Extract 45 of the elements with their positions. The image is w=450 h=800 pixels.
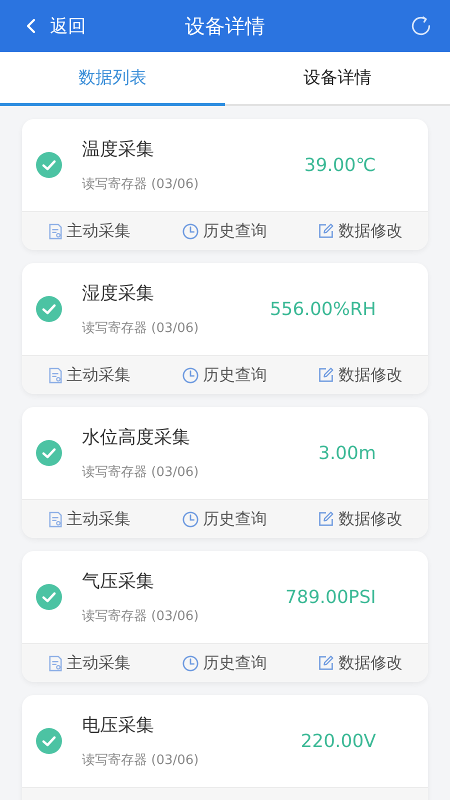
refresh-icon[interactable] [410, 15, 432, 37]
reading-value: 789.00PSI [285, 586, 376, 608]
reading-value: 3.00m [318, 442, 376, 464]
history-button[interactable]: 历史查询 [182, 220, 267, 242]
edit-button[interactable]: 数据修改 [318, 364, 402, 386]
document-icon [48, 222, 63, 240]
collect-button[interactable]: 主动采集 [48, 508, 131, 530]
edit-icon [318, 655, 334, 671]
item-name: 气压采集 [82, 570, 155, 593]
document-icon [48, 654, 63, 672]
clock-icon [182, 366, 199, 384]
clock-icon [182, 510, 199, 528]
collect-button[interactable]: 主动采集 [48, 652, 131, 674]
edit-icon [318, 223, 334, 239]
item-name: 电压采集 [82, 714, 155, 737]
edit-button[interactable]: 数据修改 [318, 220, 402, 242]
history-button[interactable]: 历史查询 [182, 364, 267, 386]
document-icon [48, 366, 63, 384]
register-label: 读写寄存器 (03/06) [82, 464, 199, 481]
tab[interactable]: 数据列表 [0, 52, 225, 106]
edit-icon [318, 367, 334, 383]
edit-button[interactable]: 数据修改 [318, 508, 402, 530]
back-icon [26, 18, 36, 34]
edit-button[interactable]: 数据修改 [318, 652, 402, 674]
clock-icon [182, 654, 199, 672]
item-name: 温度采集 [82, 138, 155, 161]
history-button[interactable]: 历史查询 [182, 652, 267, 674]
history-button[interactable]: 历史查询 [182, 508, 267, 530]
register-label: 读写寄存器 (03/06) [82, 752, 199, 769]
tab[interactable]: 设备详情 [225, 52, 450, 106]
reading-value: 556.00%RH [270, 298, 376, 320]
reading-value: 39.00℃ [304, 154, 376, 176]
reading-value: 220.00V [300, 730, 376, 752]
edit-icon [318, 511, 334, 527]
item-name: 水位高度采集 [82, 426, 191, 449]
collect-button[interactable]: 主动采集 [48, 364, 131, 386]
collect-button[interactable]: 主动采集 [48, 220, 131, 242]
register-label: 读写寄存器 (03/06) [82, 176, 199, 193]
back-button[interactable]: 返回 [26, 14, 86, 38]
page-title: 设备详情 [184, 12, 266, 40]
clock-icon [182, 222, 199, 240]
register-label: 读写寄存器 (03/06) [82, 608, 199, 625]
item-name: 湿度采集 [82, 282, 155, 305]
document-icon [48, 510, 63, 528]
register-label: 读写寄存器 (03/06) [82, 320, 199, 337]
